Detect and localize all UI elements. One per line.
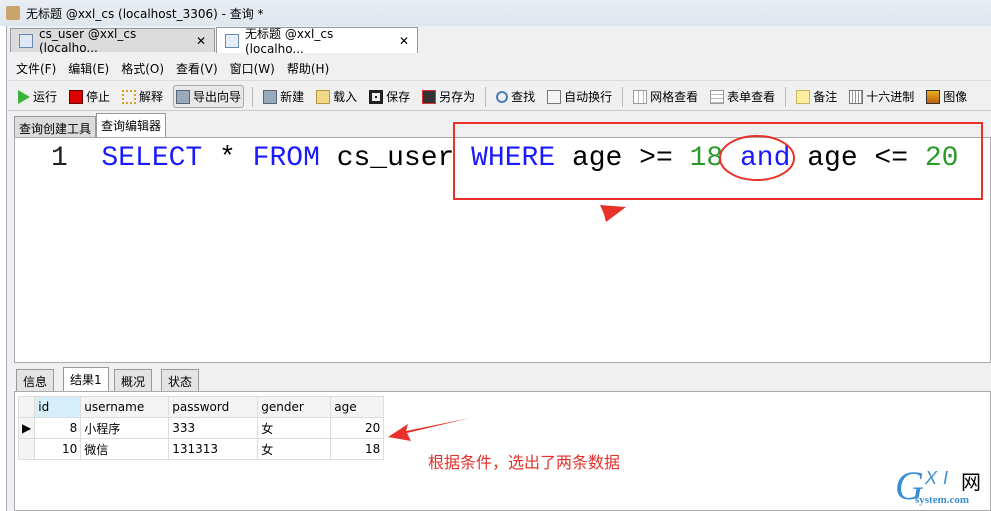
arrow-icon — [388, 418, 470, 441]
annotation-overlay — [388, 122, 983, 441]
arrow-icon — [455, 205, 626, 251]
highlight-rectangle — [453, 122, 983, 200]
annotation-text: 根据条件，选出了两条数据 — [428, 453, 621, 472]
highlight-ellipse — [719, 135, 795, 181]
watermark-sub: system.com — [915, 494, 970, 506]
watermark-logo: G XI 网 system.com — [895, 463, 981, 508]
